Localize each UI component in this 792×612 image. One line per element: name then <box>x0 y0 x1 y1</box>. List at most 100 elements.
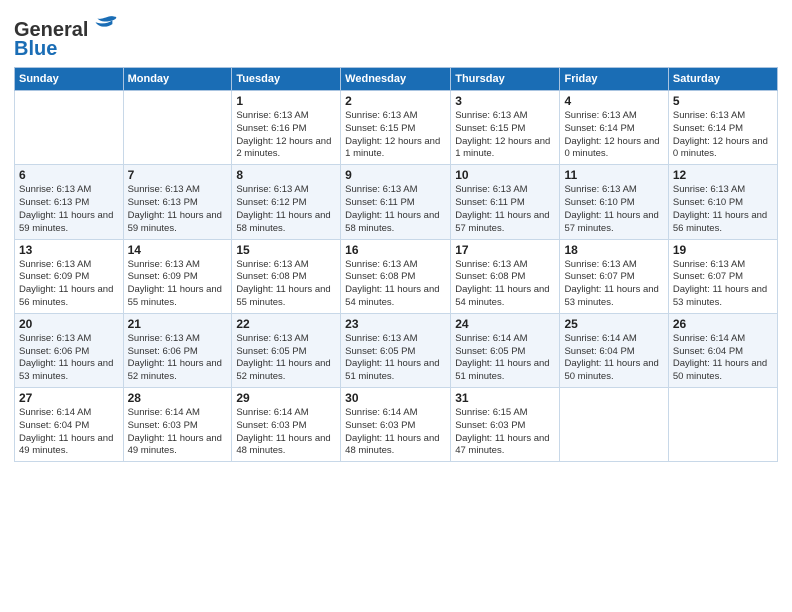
day-info: Sunrise: 6:13 AMSunset: 6:14 PMDaylight:… <box>673 110 773 161</box>
logo-blue: Blue <box>14 38 57 61</box>
logo-bird-icon <box>88 14 118 36</box>
day-info: Sunrise: 6:13 AMSunset: 6:09 PMDaylight:… <box>128 259 228 310</box>
day-info: Sunrise: 6:13 AMSunset: 6:11 PMDaylight:… <box>455 184 555 235</box>
day-info: Sunrise: 6:13 AMSunset: 6:10 PMDaylight:… <box>564 184 663 235</box>
day-info: Sunrise: 6:13 AMSunset: 6:14 PMDaylight:… <box>564 110 663 161</box>
calendar-cell: 13 Sunrise: 6:13 AMSunset: 6:09 PMDayligh… <box>15 239 124 313</box>
day-info: Sunrise: 6:14 AMSunset: 6:03 PMDaylight:… <box>345 407 446 458</box>
day-info: Sunrise: 6:13 AMSunset: 6:13 PMDaylight:… <box>128 184 228 235</box>
day-number: 25 <box>564 317 663 331</box>
day-number: 22 <box>236 317 336 331</box>
calendar-week-row: 13 Sunrise: 6:13 AMSunset: 6:09 PMDayligh… <box>15 239 778 313</box>
day-number: 23 <box>345 317 446 331</box>
calendar-cell <box>668 388 777 462</box>
calendar-header-saturday: Saturday <box>668 68 777 91</box>
day-info: Sunrise: 6:14 AMSunset: 6:03 PMDaylight:… <box>128 407 228 458</box>
calendar-cell: 27 Sunrise: 6:14 AMSunset: 6:04 PMDayligh… <box>15 388 124 462</box>
day-info: Sunrise: 6:13 AMSunset: 6:06 PMDaylight:… <box>19 333 119 384</box>
day-number: 12 <box>673 168 773 182</box>
day-info: Sunrise: 6:14 AMSunset: 6:04 PMDaylight:… <box>673 333 773 384</box>
calendar-cell <box>123 91 232 165</box>
day-info: Sunrise: 6:13 AMSunset: 6:07 PMDaylight:… <box>564 259 663 310</box>
day-number: 13 <box>19 243 119 257</box>
calendar-cell: 1 Sunrise: 6:13 AMSunset: 6:16 PMDaylight… <box>232 91 341 165</box>
day-info: Sunrise: 6:14 AMSunset: 6:04 PMDaylight:… <box>564 333 663 384</box>
day-info: Sunrise: 6:13 AMSunset: 6:05 PMDaylight:… <box>345 333 446 384</box>
calendar-cell: 7 Sunrise: 6:13 AMSunset: 6:13 PMDaylight… <box>123 165 232 239</box>
calendar-cell: 16Sunrise: 6:13 AMSunset: 6:08 PMDayligh… <box>341 239 451 313</box>
day-number: 16 <box>345 243 446 257</box>
calendar-header-friday: Friday <box>560 68 668 91</box>
calendar-cell: 6 Sunrise: 6:13 AMSunset: 6:13 PMDaylight… <box>15 165 124 239</box>
header: General Blue <box>14 10 778 61</box>
day-number: 30 <box>345 391 446 405</box>
calendar-cell: 28 Sunrise: 6:14 AMSunset: 6:03 PMDayligh… <box>123 388 232 462</box>
day-number: 1 <box>236 94 336 108</box>
calendar-week-row: 6 Sunrise: 6:13 AMSunset: 6:13 PMDaylight… <box>15 165 778 239</box>
day-number: 11 <box>564 168 663 182</box>
calendar-cell <box>560 388 668 462</box>
day-number: 6 <box>19 168 119 182</box>
day-info: Sunrise: 6:13 AMSunset: 6:06 PMDaylight:… <box>128 333 228 384</box>
day-number: 7 <box>128 168 228 182</box>
day-info: Sunrise: 6:13 AMSunset: 6:05 PMDaylight:… <box>236 333 336 384</box>
day-info: Sunrise: 6:13 AMSunset: 6:13 PMDaylight:… <box>19 184 119 235</box>
calendar-cell: 24 Sunrise: 6:14 AMSunset: 6:05 PMDayligh… <box>451 313 560 387</box>
calendar-cell: 23 Sunrise: 6:13 AMSunset: 6:05 PMDayligh… <box>341 313 451 387</box>
day-number: 20 <box>19 317 119 331</box>
day-info: Sunrise: 6:14 AMSunset: 6:05 PMDaylight:… <box>455 333 555 384</box>
day-number: 19 <box>673 243 773 257</box>
day-info: Sunrise: 6:13 AMSunset: 6:08 PMDaylight:… <box>236 259 336 310</box>
day-info: Sunrise: 6:13 AMSunset: 6:11 PMDaylight:… <box>345 184 446 235</box>
calendar-cell <box>15 91 124 165</box>
calendar-cell: 30 Sunrise: 6:14 AMSunset: 6:03 PMDayligh… <box>341 388 451 462</box>
day-number: 5 <box>673 94 773 108</box>
calendar-cell: 26 Sunrise: 6:14 AMSunset: 6:04 PMDayligh… <box>668 313 777 387</box>
calendar-cell: 12Sunrise: 6:13 AMSunset: 6:10 PMDayligh… <box>668 165 777 239</box>
calendar-header-thursday: Thursday <box>451 68 560 91</box>
page: General Blue SundayMondayTuesdayWednesda… <box>0 0 792 612</box>
calendar-cell: 21Sunrise: 6:13 AMSunset: 6:06 PMDayligh… <box>123 313 232 387</box>
calendar-cell: 29 Sunrise: 6:14 AMSunset: 6:03 PMDayligh… <box>232 388 341 462</box>
calendar-cell: 22 Sunrise: 6:13 AMSunset: 6:05 PMDayligh… <box>232 313 341 387</box>
day-number: 26 <box>673 317 773 331</box>
calendar-table: SundayMondayTuesdayWednesdayThursdayFrid… <box>14 67 778 462</box>
calendar-header-monday: Monday <box>123 68 232 91</box>
day-number: 4 <box>564 94 663 108</box>
day-number: 24 <box>455 317 555 331</box>
day-number: 17 <box>455 243 555 257</box>
calendar-week-row: 1 Sunrise: 6:13 AMSunset: 6:16 PMDaylight… <box>15 91 778 165</box>
day-number: 15 <box>236 243 336 257</box>
calendar-header-tuesday: Tuesday <box>232 68 341 91</box>
calendar-header-wednesday: Wednesday <box>341 68 451 91</box>
day-info: Sunrise: 6:13 AMSunset: 6:09 PMDaylight:… <box>19 259 119 310</box>
calendar-cell: 15 Sunrise: 6:13 AMSunset: 6:08 PMDayligh… <box>232 239 341 313</box>
calendar-cell: 20 Sunrise: 6:13 AMSunset: 6:06 PMDayligh… <box>15 313 124 387</box>
calendar-cell: 10Sunrise: 6:13 AMSunset: 6:11 PMDayligh… <box>451 165 560 239</box>
calendar-cell: 11 Sunrise: 6:13 AMSunset: 6:10 PMDayligh… <box>560 165 668 239</box>
day-info: Sunrise: 6:13 AMSunset: 6:07 PMDaylight:… <box>673 259 773 310</box>
calendar-cell: 3Sunrise: 6:13 AMSunset: 6:15 PMDaylight… <box>451 91 560 165</box>
day-info: Sunrise: 6:13 AMSunset: 6:15 PMDaylight:… <box>455 110 555 161</box>
day-number: 2 <box>345 94 446 108</box>
calendar-week-row: 20 Sunrise: 6:13 AMSunset: 6:06 PMDayligh… <box>15 313 778 387</box>
day-number: 8 <box>236 168 336 182</box>
calendar-cell: 14 Sunrise: 6:13 AMSunset: 6:09 PMDayligh… <box>123 239 232 313</box>
calendar-cell: 5 Sunrise: 6:13 AMSunset: 6:14 PMDaylight… <box>668 91 777 165</box>
day-number: 28 <box>128 391 228 405</box>
calendar-header-sunday: Sunday <box>15 68 124 91</box>
calendar-cell: 17 Sunrise: 6:13 AMSunset: 6:08 PMDayligh… <box>451 239 560 313</box>
day-number: 29 <box>236 391 336 405</box>
calendar-cell: 4 Sunrise: 6:13 AMSunset: 6:14 PMDaylight… <box>560 91 668 165</box>
day-info: Sunrise: 6:13 AMSunset: 6:08 PMDaylight:… <box>455 259 555 310</box>
calendar-week-row: 27 Sunrise: 6:14 AMSunset: 6:04 PMDayligh… <box>15 388 778 462</box>
day-info: Sunrise: 6:14 AMSunset: 6:04 PMDaylight:… <box>19 407 119 458</box>
logo: General Blue <box>14 14 118 61</box>
calendar-cell: 2 Sunrise: 6:13 AMSunset: 6:15 PMDaylight… <box>341 91 451 165</box>
day-number: 27 <box>19 391 119 405</box>
day-info: Sunrise: 6:14 AMSunset: 6:03 PMDaylight:… <box>236 407 336 458</box>
calendar-cell: 8Sunrise: 6:13 AMSunset: 6:12 PMDaylight… <box>232 165 341 239</box>
day-info: Sunrise: 6:13 AMSunset: 6:16 PMDaylight:… <box>236 110 336 161</box>
day-info: Sunrise: 6:13 AMSunset: 6:15 PMDaylight:… <box>345 110 446 161</box>
day-number: 14 <box>128 243 228 257</box>
